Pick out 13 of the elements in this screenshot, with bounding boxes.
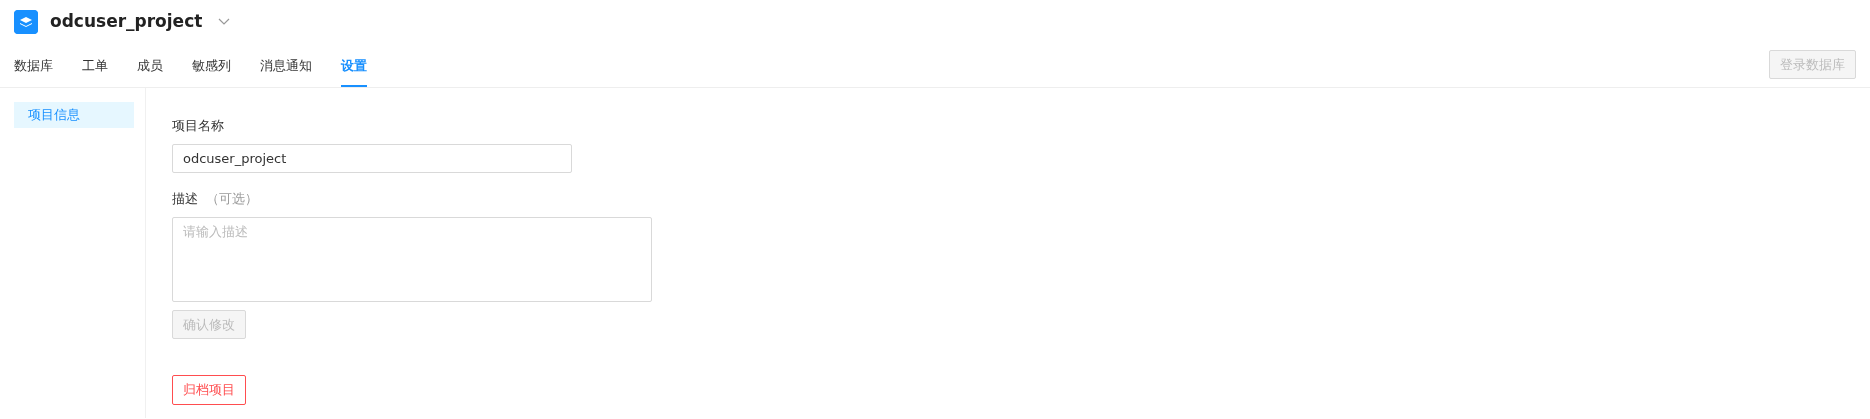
project-name-field[interactable]: odcuser_project — [172, 143, 572, 173]
tab[interactable]: 消息通知 — [260, 43, 312, 87]
tab[interactable]: 成员 — [137, 43, 163, 87]
optional-hint: （可选） — [206, 190, 258, 208]
chevron-down-icon[interactable] — [218, 18, 231, 26]
layers-logo-icon — [14, 10, 38, 34]
tab[interactable]: 工单 — [82, 43, 108, 87]
tab[interactable]: 敏感列 — [192, 43, 231, 87]
tab[interactable]: 数据库 — [14, 43, 53, 87]
field-label: 描述 — [172, 190, 198, 208]
field-label: 项目名称 — [172, 117, 225, 135]
project-title: odcuser_project — [50, 10, 203, 34]
description-field[interactable]: 请输入描述 — [172, 216, 652, 302]
